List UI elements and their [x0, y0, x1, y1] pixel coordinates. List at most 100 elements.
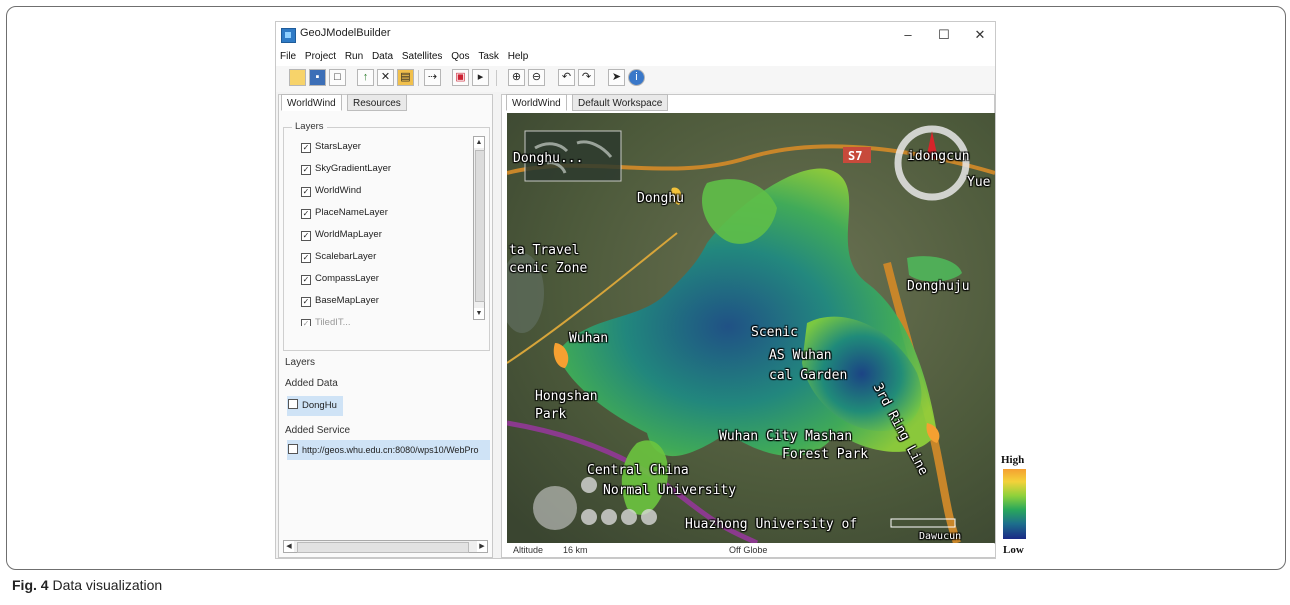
menu-task[interactable]: Task	[478, 48, 499, 66]
list-item[interactable]: http://geos.whu.edu.cn:8080/wps10/WebPro	[287, 440, 490, 460]
menu-file[interactable]: File	[280, 48, 296, 66]
close-button[interactable]: ✕	[962, 25, 995, 45]
layer-item[interactable]: ✓ PlaceNameLayer	[301, 206, 388, 220]
checkbox[interactable]: ✓	[301, 143, 311, 153]
horizontal-scrollbar[interactable]: ◀ ▶	[283, 540, 488, 553]
map-label: Normal University	[603, 483, 737, 498]
caption-label: Fig. 4	[12, 577, 49, 593]
layer-item[interactable]: ✓ TiledIT...	[301, 316, 351, 326]
menu-help[interactable]: Help	[508, 48, 529, 66]
map-label: Donghu	[637, 191, 684, 206]
toolbar-separator	[418, 70, 419, 86]
maximize-button[interactable]: ☐	[926, 25, 962, 45]
checkbox[interactable]	[288, 399, 298, 409]
checkbox[interactable]: ✓	[301, 253, 311, 263]
scroll-down-icon[interactable]: ▼	[474, 308, 484, 319]
menu-data[interactable]: Data	[372, 48, 393, 66]
added-service-label: Added Service	[285, 425, 351, 436]
tab-resources[interactable]: Resources	[347, 94, 407, 111]
list-item[interactable]: DongHu	[287, 396, 343, 416]
model-icon[interactable]: ⇢	[424, 69, 441, 86]
layer-item[interactable]: ✓ WorldMapLayer	[301, 228, 382, 242]
menu-qos[interactable]: Qos	[451, 48, 469, 66]
checkbox[interactable]: ✓	[301, 275, 311, 285]
worldwind-map[interactable]: S7 Donghu... Donghu ta Travel cenic Zone…	[507, 113, 995, 543]
checkbox[interactable]: ✓	[301, 231, 311, 241]
map-panel: WorldWind Default Workspace S7 Donghu...…	[501, 94, 995, 558]
globe-status: Off Globe	[729, 545, 768, 555]
copy-icon[interactable]: ▤	[397, 69, 414, 86]
map-label: idongcun	[907, 149, 970, 164]
layer-item[interactable]: ✓ WorldWind	[301, 184, 361, 198]
import-icon[interactable]: ↑	[357, 69, 374, 86]
altitude-label: Altitude	[513, 545, 544, 555]
map-label: Wuhan City Mashan	[719, 429, 853, 444]
checkbox[interactable]: ✓	[301, 187, 311, 197]
zoom-out-icon[interactable]: ⊖	[528, 69, 545, 86]
layer-item[interactable]: ✓ SkyGradientLayer	[301, 162, 391, 176]
layer-item[interactable]: ✓ ScalebarLayer	[301, 250, 376, 264]
layer-item[interactable]: ✓ BaseMapLayer	[301, 294, 379, 308]
checkbox[interactable]: ✓	[301, 319, 311, 326]
pointer-icon[interactable]: ➤	[608, 69, 625, 86]
pan-control-icon[interactable]	[533, 486, 577, 530]
delete-icon[interactable]: ✕	[377, 69, 394, 86]
left-panel: WorldWind Resources Layers ✓ StarsLayer ✓…	[278, 94, 493, 558]
map-label: cal Garden	[769, 368, 848, 383]
scroll-left-icon[interactable]: ◀	[284, 541, 294, 552]
map-label: ta Travel	[509, 243, 580, 258]
app-window: GeoJModelBuilder – ☐ ✕ File Project Run …	[275, 21, 996, 559]
zoom-in-control-icon[interactable]	[581, 477, 597, 493]
toolbar: ▪ □ ↑ ✕ ▤ ⇢ ▣ ▸ ⊕ ⊖ ↶ ↷ ➤ i	[276, 66, 995, 92]
step-icon[interactable]: ▸	[472, 69, 489, 86]
undo-icon[interactable]: ↶	[558, 69, 575, 86]
layer-item[interactable]: ✓ CompassLayer	[301, 272, 379, 286]
map-label: Central China	[587, 463, 689, 478]
menu-run[interactable]: Run	[345, 48, 363, 66]
zoom-out-control-icon[interactable]	[581, 509, 597, 525]
rotate-control-icon[interactable]	[621, 509, 637, 525]
data-layers-title: Layers	[285, 357, 316, 368]
menu-satellites[interactable]: Satellites	[402, 48, 443, 66]
execute-icon[interactable]: ▣	[452, 69, 469, 86]
map-label: Wuhan	[569, 331, 609, 346]
reset-control-icon[interactable]	[641, 509, 657, 525]
tilt-control-icon[interactable]	[601, 509, 617, 525]
toolbar-separator	[496, 70, 497, 86]
checkbox[interactable]: ✓	[301, 297, 311, 307]
checkbox[interactable]	[288, 444, 298, 454]
open-folder-icon[interactable]	[289, 69, 306, 86]
legend-low-label: Low	[1003, 544, 1024, 556]
map-label: Huazhong University of	[685, 517, 858, 532]
new-document-icon[interactable]: □	[329, 69, 346, 86]
menu-bar: File Project Run Data Satellites Qos Tas…	[276, 48, 995, 66]
zoom-in-icon[interactable]: ⊕	[508, 69, 525, 86]
tab-default-workspace[interactable]: Default Workspace	[572, 94, 669, 111]
scroll-thumb[interactable]	[297, 542, 469, 553]
tab-worldwind[interactable]: WorldWind	[281, 94, 342, 111]
checkbox[interactable]: ✓	[301, 165, 311, 175]
data-item[interactable]: DongHu	[288, 399, 337, 413]
map-label: Hongshan	[535, 389, 598, 404]
layers-scrollbar[interactable]: ▲ ▼	[473, 136, 485, 320]
checkbox[interactable]: ✓	[301, 209, 311, 219]
layer-item[interactable]: ✓ StarsLayer	[301, 140, 361, 154]
layers-group: Layers ✓ StarsLayer ✓ SkyGradientLayer ✓ Wo…	[283, 121, 490, 351]
scroll-right-icon[interactable]: ▶	[477, 541, 487, 552]
map-label: Donghu...	[513, 151, 584, 166]
map-label: Scenic	[751, 325, 798, 340]
menu-project[interactable]: Project	[305, 48, 336, 66]
info-icon[interactable]: i	[628, 69, 645, 86]
service-item[interactable]: http://geos.whu.edu.cn:8080/wps10/WebPro	[288, 443, 478, 457]
added-data-label: Added Data	[285, 378, 338, 389]
save-icon[interactable]: ▪	[309, 69, 326, 86]
redo-icon[interactable]: ↷	[578, 69, 595, 86]
scroll-up-icon[interactable]: ▲	[474, 137, 484, 148]
scroll-thumb[interactable]	[475, 150, 485, 302]
minimize-button[interactable]: –	[890, 25, 926, 45]
legend-high-label: High	[1001, 454, 1025, 466]
color-legend-bar	[1003, 469, 1026, 539]
caption-text: Data visualization	[48, 577, 163, 593]
tab-worldwind-map[interactable]: WorldWind	[506, 94, 567, 111]
title-bar: GeoJModelBuilder – ☐ ✕	[276, 22, 995, 48]
